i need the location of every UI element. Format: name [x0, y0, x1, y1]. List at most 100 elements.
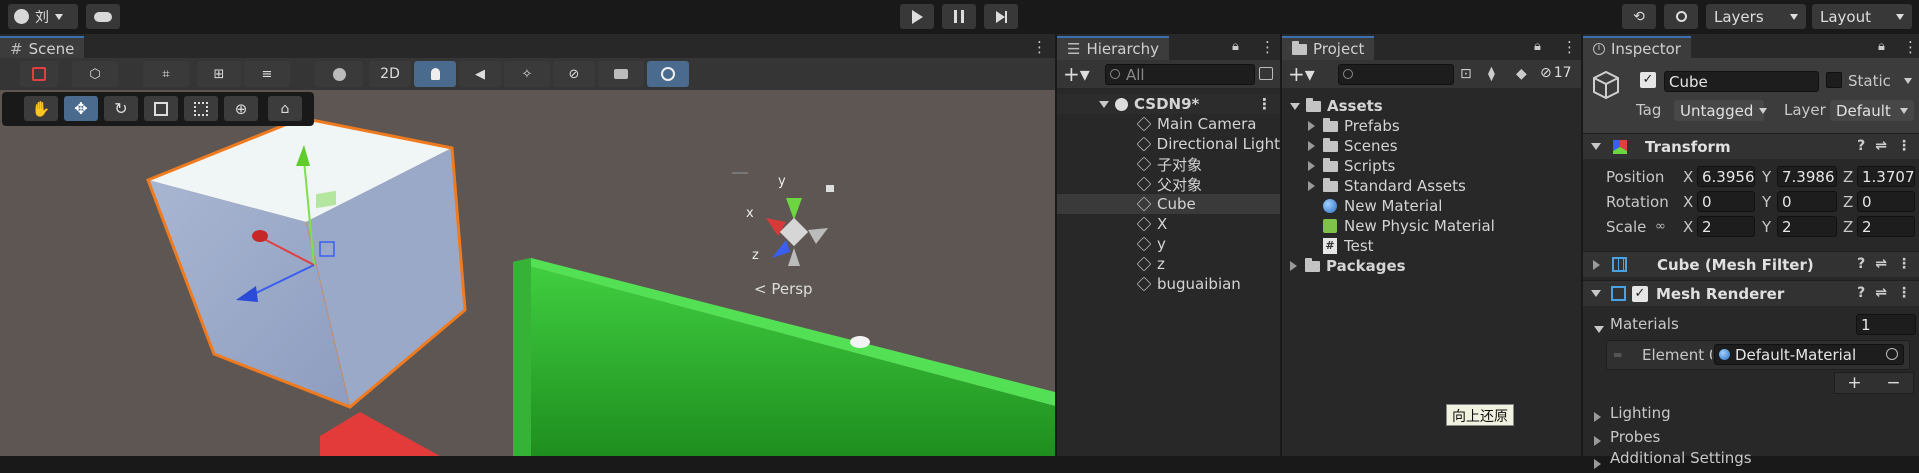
filter-type-icon[interactable]: ⊡ [1460, 66, 1472, 82]
folder-row[interactable]: Prefabs [1308, 116, 1400, 136]
list-item[interactable]: 子对象 [1057, 154, 1280, 174]
scene-viewport[interactable]: y x z < Persp ✋ ✥ ↻ ⊕ ⌂ [0, 90, 1055, 456]
materials-expand[interactable] [1594, 319, 1610, 337]
rotation-x-field[interactable]: 0 [1697, 191, 1755, 212]
enabled-checkbox[interactable]: ✓ [1632, 285, 1648, 302]
render-mode-dropdown[interactable]: ⬡ [72, 61, 118, 87]
more-menu-icon[interactable]: ⋮ [1257, 95, 1272, 113]
search-button[interactable] [1664, 4, 1698, 29]
history-button[interactable]: ⟲ [1622, 4, 1656, 29]
layout-dropdown[interactable]: Layout [1812, 4, 1912, 29]
move-tool[interactable]: ✥ [64, 96, 98, 121]
grid-snap-dropdown[interactable]: ⌗ [143, 61, 189, 87]
project-search-input[interactable] [1338, 64, 1454, 85]
more-menu-icon[interactable]: ⋮ [1032, 38, 1047, 56]
add-icon[interactable]: +▾ [1063, 62, 1090, 86]
more-menu-icon[interactable]: ⋮ [1897, 256, 1911, 272]
more-menu-icon[interactable]: ⋮ [1562, 38, 1577, 56]
preset-icon[interactable]: ⇌ [1875, 285, 1887, 301]
lock-icon[interactable]: 🔒︎ [1878, 39, 1885, 54]
folder-row[interactable]: Standard Assets [1308, 176, 1466, 196]
list-item[interactable]: 父对象 [1057, 174, 1280, 194]
lock-icon[interactable]: 🔒︎ [1534, 39, 1541, 54]
lock-icon[interactable]: 🔒︎ [1232, 39, 1239, 54]
more-menu-icon[interactable]: ⋮ [1903, 38, 1918, 56]
more-menu-icon[interactable]: ⋮ [1260, 38, 1275, 56]
visibility-toggle[interactable]: ⊘ [553, 61, 595, 87]
tab-hierarchy[interactable]: ☰ Hierarchy [1057, 36, 1169, 60]
list-item[interactable]: Main Camera [1057, 114, 1280, 134]
hand-tool[interactable]: ✋ [24, 96, 58, 121]
scale-tool[interactable] [144, 96, 178, 121]
list-item[interactable]: z [1057, 254, 1280, 274]
list-item[interactable]: Directional Light [1057, 134, 1280, 154]
asset-row[interactable]: New Material [1323, 196, 1442, 216]
rotation-z-field[interactable]: 0 [1857, 191, 1915, 212]
transform-tool[interactable]: ⊕ [224, 96, 258, 121]
pause-button[interactable] [942, 4, 976, 29]
rotate-tool[interactable]: ↻ [104, 96, 138, 121]
link-icon[interactable]: ∞ [1655, 219, 1666, 234]
hidden-packages-toggle[interactable]: ⊘ 17 [1540, 65, 1572, 81]
gizmos-dropdown[interactable] [647, 61, 689, 87]
tab-inspector[interactable]: i Inspector [1583, 36, 1691, 60]
list-item[interactable]: X [1057, 214, 1280, 234]
active-checkbox[interactable]: ✓ [1640, 72, 1656, 88]
folder-row[interactable]: Scripts [1308, 156, 1395, 176]
hierarchy-search-input[interactable]: All [1105, 64, 1255, 85]
filter-label-icon[interactable]: ⧫ [1488, 66, 1495, 82]
help-icon[interactable]: ? [1857, 256, 1865, 272]
audio-toggle[interactable]: ◀ [459, 61, 501, 87]
asset-row[interactable]: # Test [1323, 236, 1374, 256]
position-y-field[interactable]: 7.3986 [1777, 166, 1837, 187]
packages-folder-row[interactable]: Packages [1290, 256, 1406, 276]
step-button[interactable] [984, 4, 1018, 29]
rect-tool[interactable] [184, 96, 218, 121]
draw-mode-dropdown[interactable] [20, 61, 58, 87]
mesh-renderer-header[interactable]: ✓ Mesh Renderer ? ⇌ ⋮ [1583, 280, 1919, 306]
probes-expand[interactable] [1594, 432, 1609, 450]
scale-x-field[interactable]: 2 [1697, 216, 1755, 237]
effects-dropdown[interactable]: ✧ [504, 61, 550, 87]
object-picker-icon[interactable] [1886, 348, 1898, 360]
list-item[interactable]: buguaibian [1057, 274, 1280, 294]
assets-folder-row[interactable]: Assets [1290, 96, 1383, 116]
account-dropdown[interactable]: 刘 [8, 4, 78, 29]
lighting-expand[interactable] [1594, 408, 1609, 426]
scene-root-row[interactable]: CSDN9* ⋮ [1057, 94, 1280, 114]
drag-handle-icon[interactable]: ═ [1614, 348, 1621, 362]
add-icon[interactable]: + [1847, 373, 1861, 393]
material-field[interactable]: Default-Material [1714, 344, 1904, 365]
preset-icon[interactable]: ⇌ [1875, 256, 1887, 272]
object-name-input[interactable]: Cube [1664, 71, 1819, 92]
custom-tool[interactable]: ⌂ [268, 96, 302, 121]
shading-dropdown[interactable] [315, 61, 363, 87]
additional-expand[interactable] [1594, 455, 1609, 473]
more-menu-icon[interactable]: ⋮ [1897, 138, 1911, 154]
add-icon[interactable]: +▾ [1288, 62, 1315, 86]
preset-icon[interactable]: ⇌ [1875, 138, 1887, 154]
tab-scene[interactable]: # Scene [0, 36, 85, 60]
transform-header[interactable]: Transform ? ⇌ ⋮ [1583, 133, 1919, 159]
list-item-selected[interactable]: Cube [1057, 194, 1280, 214]
help-icon[interactable]: ? [1857, 138, 1865, 154]
scale-y-field[interactable]: 2 [1777, 216, 1837, 237]
list-item[interactable]: y [1057, 234, 1280, 254]
scale-z-field[interactable]: 2 [1857, 216, 1915, 237]
position-x-field[interactable]: 6.3956 [1697, 166, 1755, 187]
help-icon[interactable]: ? [1857, 285, 1865, 301]
chevron-down-icon[interactable] [1904, 78, 1912, 84]
position-z-field[interactable]: 1.3707 [1857, 166, 1915, 187]
increment-snap-dropdown[interactable]: ⊞ [197, 61, 241, 87]
static-checkbox[interactable] [1826, 72, 1842, 88]
projection-toggle[interactable]: < Persp [754, 280, 813, 298]
2d-toggle[interactable]: 2D [369, 61, 411, 87]
align-dropdown[interactable]: ≡ [244, 61, 290, 87]
remove-icon[interactable]: − [1886, 373, 1900, 393]
search-options-icon[interactable] [1259, 67, 1273, 80]
mesh-filter-header[interactable]: Cube (Mesh Filter) ? ⇌ ⋮ [1583, 251, 1919, 277]
cloud-button[interactable] [86, 4, 120, 29]
layer-dropdown[interactable]: Default [1830, 100, 1914, 121]
tab-project[interactable]: Project [1282, 36, 1375, 60]
tag-icon[interactable]: ◆ [1516, 66, 1527, 82]
